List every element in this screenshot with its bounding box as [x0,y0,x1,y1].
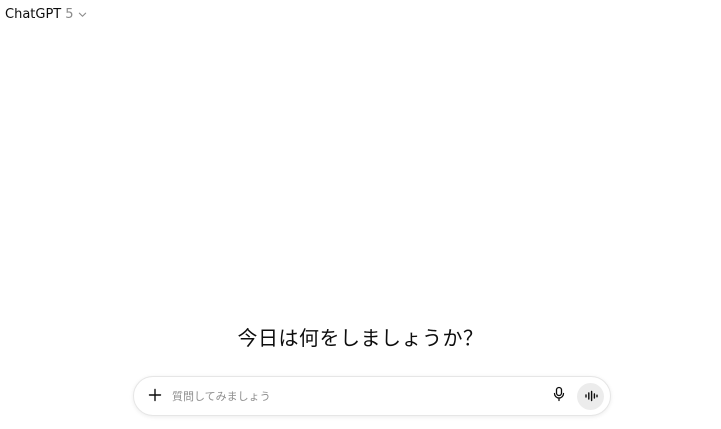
add-attachment-button[interactable] [144,385,166,407]
prompt-input[interactable] [172,384,547,408]
model-name: ChatGPT [5,6,62,22]
prompt-composer [133,376,611,416]
dictate-button[interactable] [547,384,571,408]
page-headline: 今日は何をしましょうか？ [237,326,484,350]
plus-icon [148,387,162,406]
chat-page: ChatGPT 5 今日は何をしましょうか？ [0,0,721,429]
microphone-icon [552,386,566,406]
model-version: 5 [65,6,74,22]
voice-mode-button[interactable] [577,382,604,410]
model-switcher[interactable]: ChatGPT 5 [5,4,88,24]
chevron-down-icon [78,9,88,19]
voice-waveform-icon [584,387,598,406]
